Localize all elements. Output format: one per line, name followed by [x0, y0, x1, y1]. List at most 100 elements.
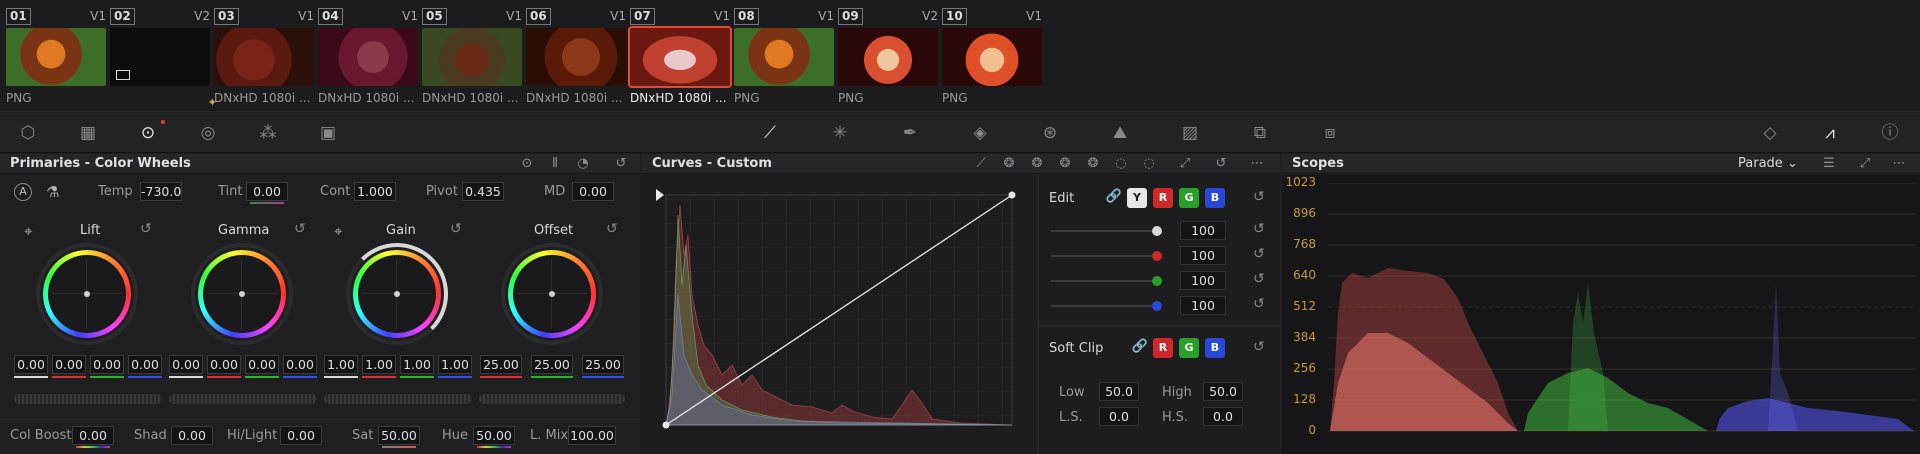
gamma-y-field[interactable]: 0.00	[169, 355, 203, 374]
crosshair-icon[interactable]: ⌖	[334, 222, 342, 240]
custom-curve-icon[interactable]: ⟋	[972, 156, 990, 172]
r-intensity-field[interactable]: 100	[1180, 246, 1226, 265]
g-intensity-slider[interactable]	[1051, 280, 1157, 282]
clip-02[interactable]: 02 V2 ✦	[110, 8, 217, 109]
g-intensity-field[interactable]: 100	[1180, 271, 1226, 290]
channel-r-button[interactable]: R	[1153, 188, 1173, 208]
wheels-mode-icon[interactable]: ⊙	[518, 156, 536, 172]
offset-r-field[interactable]: 25.00	[480, 355, 522, 374]
gain-b-field[interactable]: 1.00	[438, 355, 472, 374]
hdr-wheels-icon[interactable]: ◎	[196, 121, 220, 145]
gain-r-field[interactable]: 1.00	[362, 355, 396, 374]
clip-03[interactable]: 03 V1 DNxHD 1080i ...	[214, 8, 314, 108]
midtone-detail-field[interactable]: 0.00	[572, 182, 614, 201]
y-intensity-knob[interactable]	[1152, 226, 1162, 236]
info-icon[interactable]: ⓘ	[1878, 121, 1902, 145]
gain-y-field[interactable]: 1.00	[324, 355, 358, 374]
b-reset-icon[interactable]: ↺	[1253, 296, 1265, 312]
link-icon[interactable]: 🔗	[1105, 189, 1123, 205]
gamma-reset-icon[interactable]: ↺	[294, 221, 306, 237]
offset-wheel[interactable]	[501, 243, 603, 345]
color-warper-icon[interactable]: ✳	[828, 121, 852, 145]
reset-icon[interactable]: ↺	[612, 156, 630, 172]
gain-wheel-puck[interactable]	[394, 291, 400, 297]
reset-icon[interactable]: ↺	[1212, 156, 1230, 172]
window-icon[interactable]: ◈	[968, 121, 992, 145]
clip-08[interactable]: 08 V1 PNG	[734, 8, 834, 108]
link-icon[interactable]: 🔗	[1131, 339, 1149, 355]
low-soft-field[interactable]: 0.0	[1099, 407, 1139, 426]
low-field[interactable]: 50.0	[1099, 382, 1139, 401]
clip-01[interactable]: 01 V1 PNG	[6, 8, 106, 108]
offset-reset-icon[interactable]: ↺	[606, 221, 618, 237]
gamma-r-field[interactable]: 0.00	[207, 355, 241, 374]
lift-y-field[interactable]: 0.00	[14, 355, 48, 374]
g-reset-icon[interactable]: ↺	[1253, 271, 1265, 287]
offset-g-field[interactable]: 25.00	[531, 355, 573, 374]
tint-field[interactable]: 0.00	[246, 182, 288, 201]
pivot-field[interactable]: 0.435	[462, 182, 504, 201]
saturation-field[interactable]: 50.00	[378, 426, 420, 445]
edit-reset-icon[interactable]: ↺	[1253, 189, 1265, 205]
lum-vs-sat-icon[interactable]: ❂	[1084, 156, 1102, 172]
gamma-wheel[interactable]	[191, 243, 293, 345]
softclip-reset-icon[interactable]: ↺	[1253, 339, 1265, 355]
channel-g-button[interactable]: G	[1179, 188, 1199, 208]
camera-raw-icon[interactable]: ⬡	[16, 121, 40, 145]
y-intensity-field[interactable]: 100	[1180, 221, 1226, 240]
sat-vs-lum-icon[interactable]: ◌	[1140, 156, 1158, 172]
sizing-icon[interactable]: ⧈	[1318, 121, 1342, 145]
more-options-icon[interactable]: ⋯	[1248, 156, 1266, 172]
rgb-mixer-icon[interactable]: ⁂	[256, 121, 280, 145]
lift-g-field[interactable]: 0.00	[90, 355, 124, 374]
b-intensity-field[interactable]: 100	[1180, 296, 1226, 315]
curve-point-black[interactable]	[662, 421, 670, 429]
color-match-icon[interactable]: ▦	[76, 121, 100, 145]
channel-b-button[interactable]: B	[1205, 188, 1225, 208]
high-soft-field[interactable]: 0.0	[1203, 407, 1243, 426]
clip-09[interactable]: 09 V2 PNG	[838, 8, 938, 108]
color-wheels-icon[interactable]: ⊙	[136, 121, 160, 145]
luma-mix-field[interactable]: 100.00	[568, 426, 616, 445]
r-reset-icon[interactable]: ↺	[1253, 246, 1265, 262]
scope-mode-dropdown[interactable]: Parade ⌄	[1738, 156, 1798, 171]
g-intensity-knob[interactable]	[1152, 276, 1162, 286]
b-intensity-knob[interactable]	[1152, 301, 1162, 311]
temp-field[interactable]: -730.0	[140, 182, 182, 201]
blur-icon[interactable]: ▨	[1178, 121, 1202, 145]
gain-master-jog[interactable]	[324, 394, 472, 404]
shadows-field[interactable]: 0.00	[171, 426, 213, 445]
magic-mask-icon[interactable]: ⛰	[1108, 121, 1132, 145]
key-icon[interactable]: ⧉	[1248, 121, 1272, 145]
lift-master-jog[interactable]	[14, 394, 162, 404]
col-boost-field[interactable]: 0.00	[72, 426, 114, 445]
more-options-icon[interactable]: ⋯	[1890, 156, 1908, 172]
lift-reset-icon[interactable]: ↺	[140, 221, 152, 237]
picker-icon[interactable]: ⚗	[46, 183, 59, 201]
qualifier-icon[interactable]: ✒	[898, 121, 922, 145]
lift-b-field[interactable]: 0.00	[128, 355, 162, 374]
y-intensity-slider[interactable]	[1051, 230, 1157, 232]
crosshair-icon[interactable]: ⌖	[24, 222, 32, 240]
expand-icon[interactable]: ⤢	[1176, 156, 1194, 172]
y-reset-icon[interactable]: ↺	[1253, 221, 1265, 237]
curve-point-white[interactable]	[1008, 191, 1016, 199]
scope-settings-icon[interactable]: ☰	[1820, 156, 1838, 172]
clip-04[interactable]: 04 V1 DNxHD 1080i ...	[318, 8, 418, 108]
channel-y-button[interactable]: Y	[1127, 188, 1147, 208]
r-intensity-knob[interactable]	[1152, 251, 1162, 261]
lift-r-field[interactable]: 0.00	[52, 355, 86, 374]
offset-wheel-puck[interactable]	[549, 291, 555, 297]
high-field[interactable]: 50.0	[1203, 382, 1243, 401]
gamma-master-jog[interactable]	[169, 394, 317, 404]
gamma-wheel-puck[interactable]	[239, 291, 245, 297]
gain-wheel[interactable]	[346, 243, 448, 345]
clip-06[interactable]: 06 V1 DNxHD 1080i ...	[526, 8, 626, 108]
lift-wheel[interactable]	[36, 243, 138, 345]
gamma-g-field[interactable]: 0.00	[245, 355, 279, 374]
softclip-g-button[interactable]: G	[1179, 338, 1199, 358]
tracker-icon[interactable]: ⊛	[1038, 121, 1062, 145]
softclip-r-button[interactable]: R	[1153, 338, 1173, 358]
clip-05[interactable]: 05 V1 DNxHD 1080i ...	[422, 8, 522, 108]
hue-field[interactable]: 50.00	[473, 426, 515, 445]
